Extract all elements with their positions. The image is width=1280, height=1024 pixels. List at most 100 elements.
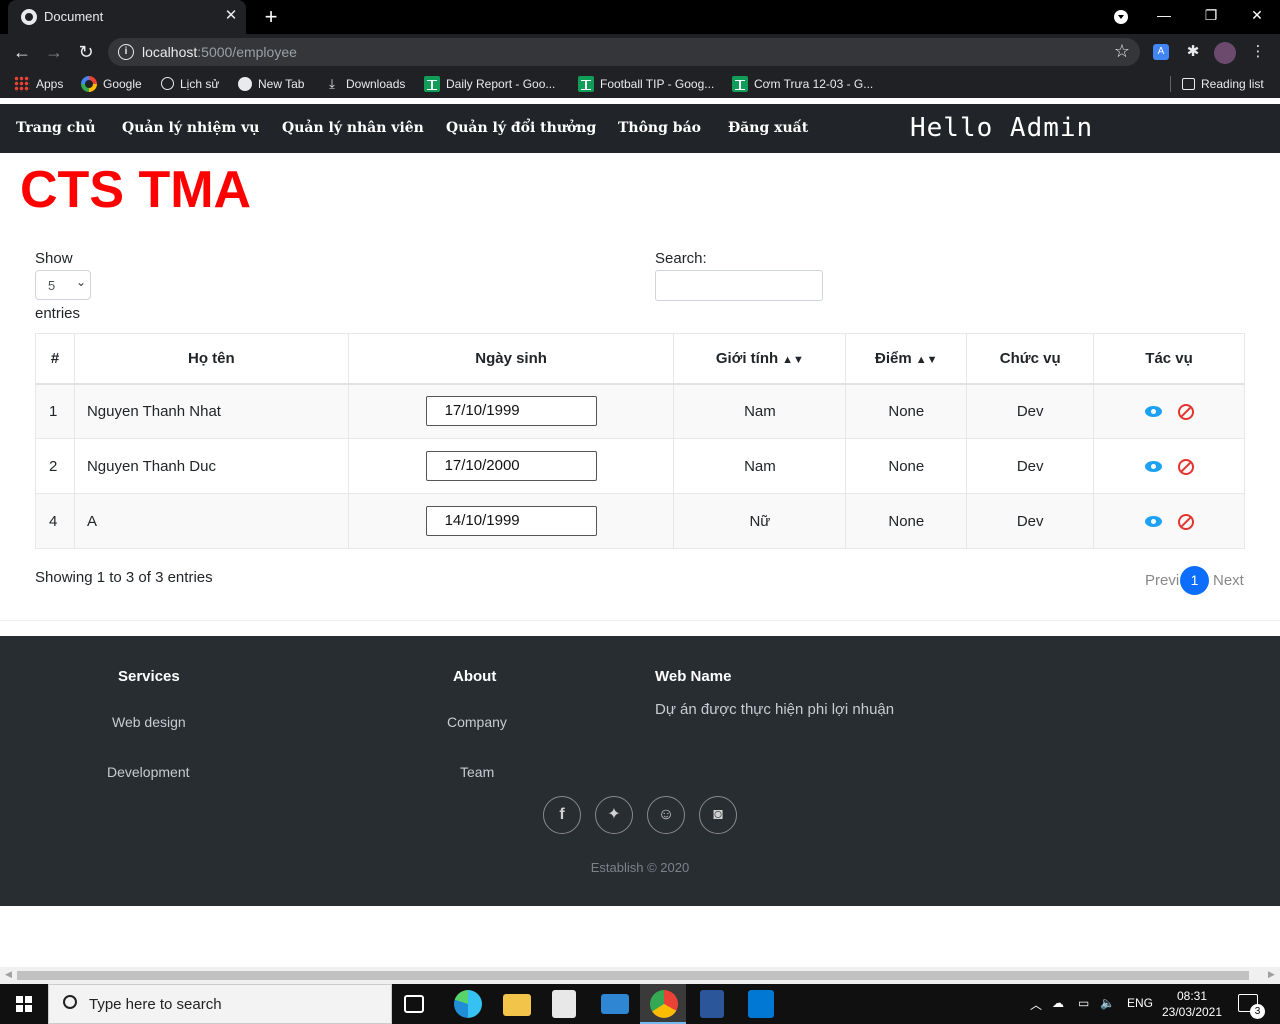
forward-icon[interactable]: → xyxy=(42,40,66,64)
cell-gender: Nam xyxy=(673,383,847,439)
pagination-next[interactable]: Next xyxy=(1213,572,1244,589)
google-icon xyxy=(81,76,97,92)
reload-icon[interactable]: ↻ xyxy=(74,40,98,64)
dob-input[interactable]: 14/10/1999 xyxy=(425,506,597,536)
start-button[interactable] xyxy=(0,984,48,1024)
store-icon[interactable] xyxy=(552,990,576,1018)
delete-ban-icon[interactable] xyxy=(1177,513,1194,530)
footer-link-development[interactable]: Development xyxy=(107,764,190,780)
address-bar[interactable]: i localhost:5000/employee ☆ xyxy=(108,38,1140,66)
search-input[interactable] xyxy=(655,270,823,301)
footer-link-team[interactable]: Team xyxy=(460,764,494,780)
bookmark-new-tab[interactable]: New Tab xyxy=(238,76,304,92)
column-header-dob[interactable]: Ngày sinh xyxy=(347,333,675,385)
cell-score: None xyxy=(845,493,968,549)
show-hidden-icons-icon[interactable]: ︿ xyxy=(1030,996,1042,1013)
twitter-icon[interactable]: ✦ xyxy=(595,796,633,834)
nav-notifications[interactable]: Thông báo xyxy=(618,120,701,136)
bookmark-apps[interactable]: Apps xyxy=(14,76,63,92)
view-eye-icon[interactable] xyxy=(1144,406,1162,418)
cell-gender: Nữ xyxy=(673,493,847,549)
back-icon[interactable]: ← xyxy=(10,40,34,64)
sort-icon: ▲▼ xyxy=(782,353,804,366)
delete-ban-icon[interactable] xyxy=(1177,458,1194,475)
bookmarks-separator xyxy=(1170,76,1171,92)
restore-button[interactable]: ❐ xyxy=(1188,0,1234,30)
column-header-role[interactable]: Chức vụ xyxy=(966,333,1095,385)
reading-list-button[interactable]: Reading list xyxy=(1182,76,1264,92)
nav-task-management[interactable]: Quản lý nhiệm vụ xyxy=(122,120,259,136)
facebook-icon[interactable]: f xyxy=(543,796,581,834)
sheets-icon xyxy=(732,76,748,92)
table-row: 2 Nguyen Thanh Duc 17/10/2000 Nam None D… xyxy=(35,438,1245,494)
translate-extension-icon[interactable]: A xyxy=(1153,44,1169,60)
taskbar-search[interactable]: Type here to search xyxy=(48,984,392,1024)
scroll-left-icon[interactable]: ◀ xyxy=(5,969,12,980)
menu-dots-icon[interactable]: ⋮ xyxy=(1248,42,1268,62)
tab-search-icon[interactable] xyxy=(1114,10,1128,24)
clock-date: 23/03/2021 xyxy=(1161,1005,1223,1019)
mail-icon[interactable] xyxy=(601,994,629,1014)
nav-home[interactable]: Trang chủ xyxy=(16,120,96,136)
network-icon[interactable]: ▭ xyxy=(1078,996,1089,1010)
close-window-button[interactable]: ✕ xyxy=(1234,0,1280,30)
nav-employee-management[interactable]: Quản lý nhân viên xyxy=(282,120,424,136)
profile-avatar[interactable] xyxy=(1214,42,1236,64)
new-tab-button[interactable]: + xyxy=(258,4,284,30)
file-explorer-icon[interactable] xyxy=(503,994,531,1016)
column-header-actions[interactable]: Tác vụ xyxy=(1093,333,1245,385)
column-header-score[interactable]: Điểm ▲▼ xyxy=(845,333,968,385)
instagram-icon[interactable]: ◙ xyxy=(699,796,737,834)
horizontal-scrollbar[interactable]: ◀ ▶ xyxy=(0,967,1280,984)
column-header-gender[interactable]: Giới tính ▲▼ xyxy=(673,333,847,385)
dob-input[interactable]: 17/10/2000 xyxy=(425,451,597,481)
bookmark-football-tip[interactable]: Football TIP - Goog... xyxy=(578,76,714,92)
dob-input[interactable]: 17/10/1999 xyxy=(425,396,597,427)
scroll-right-icon[interactable]: ▶ xyxy=(1268,969,1275,980)
minimize-button[interactable]: — xyxy=(1141,0,1187,30)
site-footer: Services Web design Development About Co… xyxy=(0,636,1280,906)
view-eye-icon[interactable] xyxy=(1144,516,1162,528)
scrollbar-thumb[interactable] xyxy=(17,971,1249,980)
bookmark-history[interactable]: Lịch sử xyxy=(161,76,219,92)
bookmark-daily-report[interactable]: Daily Report - Goo... xyxy=(424,76,555,92)
table-info-text: Showing 1 to 3 of 3 entries xyxy=(35,569,213,586)
vscode-icon[interactable] xyxy=(748,990,774,1018)
browser-tab[interactable]: Document ✕ xyxy=(8,0,246,34)
url-text[interactable]: localhost:5000/employee xyxy=(142,44,297,60)
delete-ban-icon[interactable] xyxy=(1177,403,1194,420)
edge-icon[interactable] xyxy=(454,990,482,1018)
chrome-icon[interactable] xyxy=(650,990,678,1018)
nav-logout[interactable]: Đăng xuất xyxy=(728,120,808,136)
footer-link-web-design[interactable]: Web design xyxy=(112,714,186,730)
page-size-select[interactable]: 5 ⌄ xyxy=(35,270,91,300)
page-brand-title: CTS TMA xyxy=(20,161,252,219)
footer-copyright: Establish © 2020 xyxy=(590,860,690,875)
word-document-icon[interactable] xyxy=(700,990,724,1018)
pagination-page-1[interactable]: 1 xyxy=(1180,566,1209,595)
bookmark-com-trua[interactable]: Cơm Trưa 12-03 - G... xyxy=(732,76,873,92)
pagination-previous[interactable]: Previ xyxy=(1145,572,1179,589)
close-tab-icon[interactable]: ✕ xyxy=(222,7,240,25)
cell-gender: Nam xyxy=(673,438,847,494)
column-header-index[interactable]: # xyxy=(35,333,75,385)
nav-reward-management[interactable]: Quản lý đổi thưởng xyxy=(446,120,596,136)
footer-link-company[interactable]: Company xyxy=(447,714,507,730)
task-view-icon[interactable] xyxy=(404,995,424,1013)
notification-center-icon[interactable]: 3 xyxy=(1238,994,1265,1019)
volume-icon[interactable]: 🔈 xyxy=(1100,996,1115,1010)
onedrive-icon[interactable]: ☁ xyxy=(1052,996,1064,1010)
view-eye-icon[interactable] xyxy=(1144,461,1162,473)
bookmark-google[interactable]: Google xyxy=(81,76,142,92)
info-icon[interactable]: i xyxy=(118,44,134,60)
bookmark-star-icon[interactable]: ☆ xyxy=(1114,41,1130,62)
extensions-puzzle-icon[interactable]: ✱ xyxy=(1183,42,1203,62)
cell-name: Nguyen Thanh Nhat xyxy=(73,383,349,439)
history-icon xyxy=(161,77,174,90)
taskbar-clock[interactable]: 08:31 23/03/2021 xyxy=(1160,988,1224,1020)
snapchat-icon[interactable]: ☺ xyxy=(647,796,685,834)
column-header-name[interactable]: Họ tên xyxy=(73,333,349,385)
bookmark-downloads[interactable]: ⤓ Downloads xyxy=(324,76,405,92)
language-indicator[interactable]: ENG xyxy=(1127,996,1153,1010)
globe-icon xyxy=(238,77,252,91)
